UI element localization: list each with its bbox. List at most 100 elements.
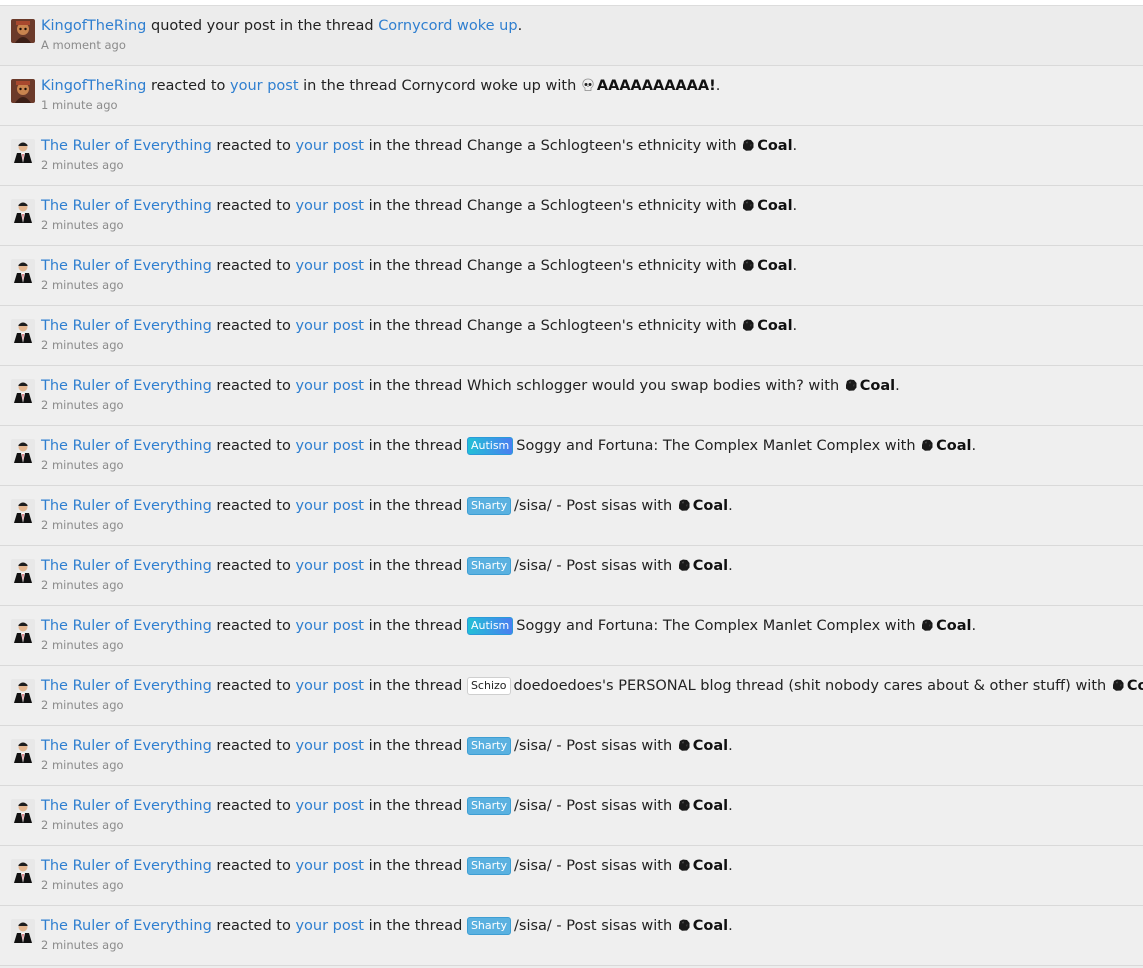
thread-prefix-label[interactable]: Sharty xyxy=(466,797,511,815)
notification-item[interactable]: KingofTheRing reacted to your post in th… xyxy=(0,66,1143,126)
notification-text: The Ruler of Everything reacted to your … xyxy=(41,797,733,815)
period: . xyxy=(792,198,798,214)
timestamp: 2 minutes ago xyxy=(41,758,124,772)
connector-text: with xyxy=(701,318,742,334)
username-link[interactable]: The Ruler of Everything xyxy=(41,198,212,214)
user-avatar[interactable] xyxy=(11,859,35,883)
username-link[interactable]: The Ruler of Everything xyxy=(41,738,212,754)
thread-title: Change a Schlogteen's ethnicity xyxy=(466,258,702,274)
timestamp: A moment ago xyxy=(41,38,126,52)
notification-item[interactable]: The Ruler of Everything reacted to your … xyxy=(0,366,1143,426)
reaction-name: Coal xyxy=(936,438,972,454)
post-link[interactable]: your post xyxy=(295,858,364,874)
post-link[interactable]: your post xyxy=(230,78,299,94)
notification-item[interactable]: The Ruler of Everything reacted to your … xyxy=(0,546,1143,606)
username-link[interactable]: The Ruler of Everything xyxy=(41,318,212,334)
user-avatar[interactable] xyxy=(11,19,35,43)
username-link[interactable]: The Ruler of Everything xyxy=(41,798,212,814)
username-link[interactable]: KingofTheRing xyxy=(41,18,146,34)
username-link[interactable]: The Ruler of Everything xyxy=(41,258,212,274)
post-link[interactable]: your post xyxy=(295,318,364,334)
username-link[interactable]: The Ruler of Everything xyxy=(41,138,212,154)
username-link[interactable]: The Ruler of Everything xyxy=(41,858,212,874)
post-link[interactable]: your post xyxy=(295,618,364,634)
notification-item[interactable]: The Ruler of Everything reacted to your … xyxy=(0,486,1143,546)
user-avatar[interactable] xyxy=(11,739,35,763)
post-link[interactable]: your post xyxy=(295,798,364,814)
thread-title: /sisa/ - Post sisas xyxy=(514,798,637,814)
post-link[interactable]: your post xyxy=(295,558,364,574)
notification-item[interactable]: The Ruler of Everything reacted to your … xyxy=(0,846,1143,906)
thread-prefix-label[interactable]: Autism xyxy=(466,617,514,635)
connector-text: in the thread xyxy=(363,738,467,754)
user-avatar[interactable] xyxy=(11,919,35,943)
user-avatar[interactable] xyxy=(11,379,35,403)
post-link[interactable]: your post xyxy=(295,438,364,454)
notification-item[interactable]: The Ruler of Everything reacted to your … xyxy=(0,786,1143,846)
connector-text: in the thread xyxy=(363,558,467,574)
timestamp: 2 minutes ago xyxy=(41,938,124,952)
notification-item[interactable]: The Ruler of Everything reacted to your … xyxy=(0,246,1143,306)
notification-item[interactable]: The Ruler of Everything reacted to your … xyxy=(0,186,1143,246)
user-avatar[interactable] xyxy=(11,799,35,823)
user-avatar[interactable] xyxy=(11,199,35,223)
user-avatar[interactable] xyxy=(11,319,35,343)
notification-item[interactable]: The Ruler of Everything reacted to your … xyxy=(0,726,1143,786)
thread-prefix-label[interactable]: Sharty xyxy=(466,557,511,575)
thread-prefix-label[interactable]: Autism xyxy=(466,437,514,455)
connector-text: in the thread xyxy=(363,258,467,274)
user-avatar[interactable] xyxy=(11,139,35,163)
connector-text: with xyxy=(803,378,844,394)
username-link[interactable]: KingofTheRing xyxy=(41,78,146,94)
username-link[interactable]: The Ruler of Everything xyxy=(41,498,212,514)
coal-icon xyxy=(741,318,755,332)
user-avatar[interactable] xyxy=(11,439,35,463)
connector-text: reacted to xyxy=(146,78,230,94)
post-link[interactable]: your post xyxy=(295,258,364,274)
username-link[interactable]: The Ruler of Everything xyxy=(41,618,212,634)
notification-item[interactable]: The Ruler of Everything reacted to your … xyxy=(0,126,1143,186)
user-avatar[interactable] xyxy=(11,79,35,103)
username-link[interactable]: The Ruler of Everything xyxy=(41,558,212,574)
connector-text: reacted to xyxy=(211,138,296,154)
user-avatar[interactable] xyxy=(11,259,35,283)
coal-icon xyxy=(677,798,691,812)
thread-prefix-label[interactable]: Schizo xyxy=(466,677,511,695)
connector-text: quoted your post in the thread xyxy=(146,18,379,34)
connector-text: with xyxy=(636,858,677,874)
notification-item[interactable]: The Ruler of Everything reacted to your … xyxy=(0,426,1143,486)
user-avatar[interactable] xyxy=(11,619,35,643)
post-link[interactable]: your post xyxy=(295,678,364,694)
notification-item[interactable]: The Ruler of Everything reacted to your … xyxy=(0,606,1143,666)
post-link[interactable]: your post xyxy=(295,918,364,934)
thread-prefix-label[interactable]: Sharty xyxy=(466,737,511,755)
notification-item[interactable]: KingofTheRing quoted your post in the th… xyxy=(0,6,1143,66)
notification-item[interactable]: The Ruler of Everything reacted to your … xyxy=(0,666,1143,726)
timestamp: 2 minutes ago xyxy=(41,458,124,472)
reaction-name: Coal xyxy=(757,258,793,274)
username-link[interactable]: The Ruler of Everything xyxy=(41,438,212,454)
thread-prefix-label[interactable]: Sharty xyxy=(466,497,511,515)
user-avatar[interactable] xyxy=(11,499,35,523)
coal-icon xyxy=(741,138,755,152)
notification-item[interactable]: The Ruler of Everything reacted to your … xyxy=(0,306,1143,366)
post-link[interactable]: your post xyxy=(295,498,364,514)
connector-text: in the thread xyxy=(363,318,467,334)
user-avatar[interactable] xyxy=(11,559,35,583)
post-link[interactable]: your post xyxy=(295,738,364,754)
connector-text: in the thread xyxy=(363,378,467,394)
post-link[interactable]: your post xyxy=(295,138,364,154)
thread-prefix-label[interactable]: Sharty xyxy=(466,857,511,875)
post-link[interactable]: your post xyxy=(295,198,364,214)
username-link[interactable]: The Ruler of Everything xyxy=(41,678,212,694)
timestamp: 2 minutes ago xyxy=(41,218,124,232)
post-link[interactable]: your post xyxy=(295,378,364,394)
period: . xyxy=(971,618,977,634)
thread-link[interactable]: Cornycord woke up xyxy=(378,18,517,34)
user-avatar[interactable] xyxy=(11,679,35,703)
username-link[interactable]: The Ruler of Everything xyxy=(41,378,212,394)
username-link[interactable]: The Ruler of Everything xyxy=(41,918,212,934)
thread-prefix-label[interactable]: Sharty xyxy=(466,917,511,935)
notification-item[interactable]: The Ruler of Everything reacted to your … xyxy=(0,906,1143,966)
connector-text: reacted to xyxy=(211,858,296,874)
